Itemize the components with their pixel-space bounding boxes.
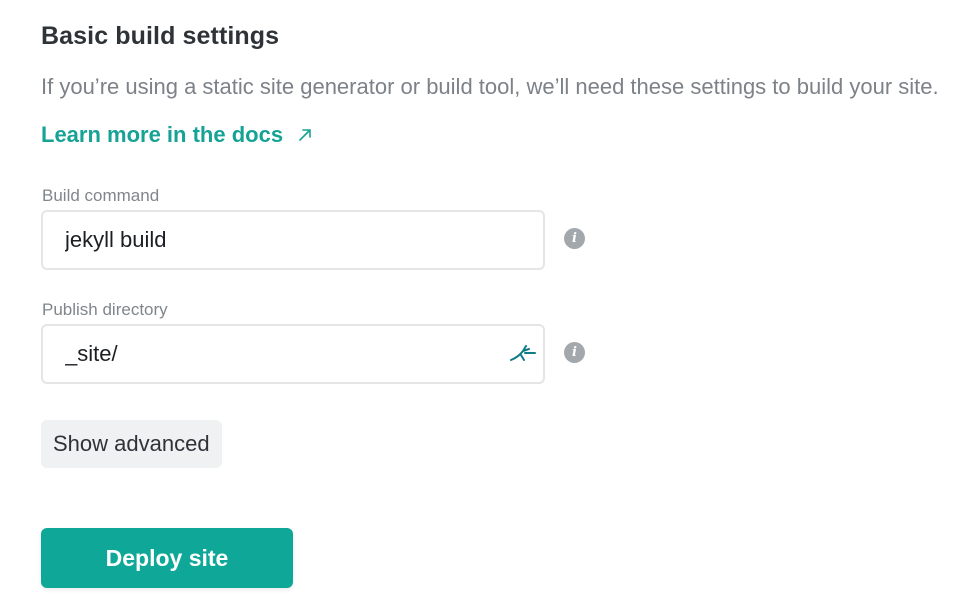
publish-directory-label: Publish directory (42, 300, 168, 319)
section-title: Basic build settings (41, 22, 280, 50)
external-arrow-icon (299, 129, 311, 141)
build-command-info-icon[interactable]: i (564, 228, 585, 249)
show-advanced-button[interactable]: Show advanced (41, 420, 222, 468)
docs-link[interactable]: Learn more in the docs (41, 122, 313, 147)
netlify-deer-icon (510, 345, 536, 361)
intro-text: If you’re using a static site generator … (41, 74, 939, 99)
build-settings-panel: Basic build settings If you’re using a s… (0, 0, 973, 609)
deploy-site-button[interactable]: Deploy site (41, 528, 293, 588)
publish-directory-input[interactable] (41, 324, 545, 384)
intro-paragraph: If you’re using a static site generator … (41, 63, 941, 159)
docs-link-label: Learn more in the docs (41, 122, 284, 147)
build-command-label: Build command (42, 186, 160, 205)
publish-directory-info-icon[interactable]: i (564, 342, 585, 363)
build-command-input[interactable] (41, 210, 545, 270)
